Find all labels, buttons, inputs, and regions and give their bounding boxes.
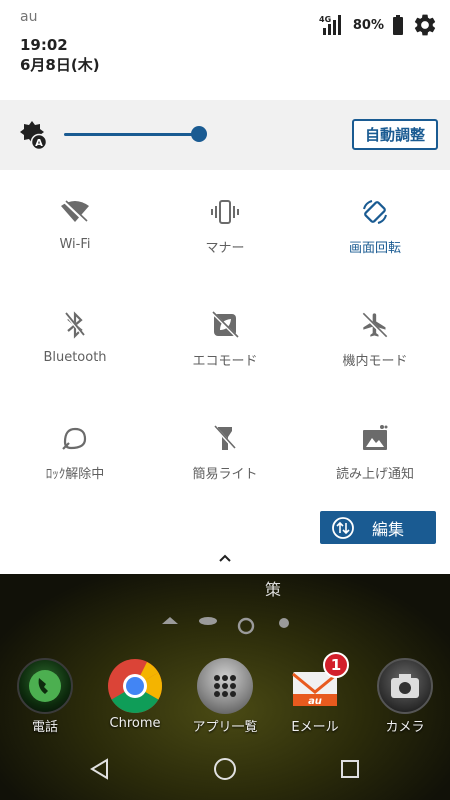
sync-widget-icon[interactable] (236, 616, 256, 636)
battery-percent: 80% (352, 17, 384, 33)
recents-icon[interactable] (335, 754, 365, 784)
app-label: 電話 (31, 720, 58, 735)
battery-icon (392, 15, 404, 35)
tile-label: 機内モード (342, 354, 408, 369)
lock-unlocked-icon (60, 423, 90, 453)
edit-button-label: 編集 (372, 519, 405, 539)
svg-text:4G: 4G (319, 15, 331, 24)
edit-arrows-icon (332, 516, 354, 539)
tile-flashlight[interactable]: 簡易ライト (150, 396, 300, 508)
tile-lock-unlocked[interactable]: ﾛｯｸ解除中 (0, 396, 150, 508)
tile-label: Wi-Fi (59, 237, 91, 252)
svg-text:A: A (35, 138, 43, 149)
brightness-slider-thumb[interactable] (191, 126, 207, 142)
tile-read-aloud[interactable]: 読み上げ通知 (300, 396, 450, 508)
home-screen: 策 電話 Chrome アプリ一覧 au 1 Eメール カメラ (0, 574, 450, 800)
phone-app-icon (17, 658, 73, 714)
tile-label: 画面回転 (348, 241, 401, 256)
tile-screen-rotation[interactable]: 画面回転 (300, 170, 450, 282)
collapse-chevron-icon[interactable] (215, 552, 235, 564)
auto-brightness-button[interactable]: 自動調整 (352, 119, 438, 150)
app-drawer-icon (197, 658, 253, 714)
wifi-widget-icon[interactable] (160, 616, 180, 626)
svg-text:au: au (308, 696, 322, 707)
tile-label: 読み上げ通知 (335, 467, 414, 482)
quick-settings-grid: Wi-Fi マナー 画面回転 Bluetooth エコモード 機内モード ﾛｯｸ… (0, 170, 450, 510)
tile-label: ﾛｯｸ解除中 (45, 467, 105, 482)
tile-label: エコモード (192, 354, 258, 369)
brightness-panel: A 自動調整 (0, 100, 450, 170)
status-header: au 19:02 6月8日(木) 4G 80% (0, 0, 450, 100)
settings-gear-icon[interactable] (412, 12, 438, 38)
edit-button[interactable]: 編集 (320, 511, 436, 544)
app-dock: 電話 Chrome アプリ一覧 au 1 Eメール カメラ (0, 652, 450, 738)
app-label: カメラ (385, 720, 425, 735)
notification-shade: au 19:02 6月8日(木) 4G 80% A 自動調整 Wi-Fi マナー… (0, 0, 450, 574)
app-label: Chrome (109, 716, 161, 731)
clock: 19:02 (20, 36, 68, 54)
vibrate-icon (210, 197, 240, 227)
eco-mode-icon (210, 310, 240, 340)
widget-indicators (160, 616, 294, 636)
chrome-app-icon (107, 658, 163, 714)
flashlight-off-icon (210, 423, 240, 453)
tile-bluetooth[interactable]: Bluetooth (0, 283, 150, 395)
app-label: Eメール (291, 720, 339, 735)
tile-wifi[interactable]: Wi-Fi (0, 170, 150, 282)
bluetooth-off-icon (60, 310, 90, 340)
signal-4g-icon: 4G (319, 13, 345, 37)
data-widget-icon[interactable] (198, 616, 218, 626)
back-icon[interactable] (85, 754, 115, 784)
tile-label: 簡易ライト (192, 467, 258, 482)
auto-brightness-icon: A (19, 120, 49, 154)
app-label: アプリ一覧 (192, 720, 258, 735)
brightness-slider-track[interactable] (64, 133, 199, 136)
edit-area: 編集 (0, 510, 450, 574)
wallpaper-text: 策 (265, 580, 282, 599)
airplane-icon (360, 310, 390, 340)
screen-rotate-icon (360, 197, 390, 227)
tile-manner[interactable]: マナー (150, 170, 300, 282)
camera-app-icon (377, 658, 433, 714)
app-camera[interactable]: カメラ (365, 658, 445, 735)
tile-eco-mode[interactable]: エコモード (150, 283, 300, 395)
tile-label: マナー (205, 241, 245, 256)
tile-airplane-mode[interactable]: 機内モード (300, 283, 450, 395)
home-icon[interactable] (210, 754, 240, 784)
app-phone[interactable]: 電話 (5, 658, 85, 735)
app-chrome[interactable]: Chrome (95, 658, 175, 731)
location-widget-icon[interactable] (274, 616, 294, 630)
app-drawer[interactable]: アプリ一覧 (185, 658, 265, 735)
app-email[interactable]: au 1 Eメール (275, 652, 355, 735)
wifi-off-icon (60, 197, 90, 227)
carrier-name: au (20, 9, 38, 25)
status-icons: 4G 80% (319, 10, 438, 40)
email-app-icon: au 1 (287, 652, 349, 714)
unread-badge: 1 (323, 652, 349, 678)
tile-label: Bluetooth (43, 350, 107, 365)
date: 6月8日(木) (20, 56, 100, 74)
read-aloud-icon (360, 423, 390, 453)
navigation-bar (0, 740, 450, 800)
